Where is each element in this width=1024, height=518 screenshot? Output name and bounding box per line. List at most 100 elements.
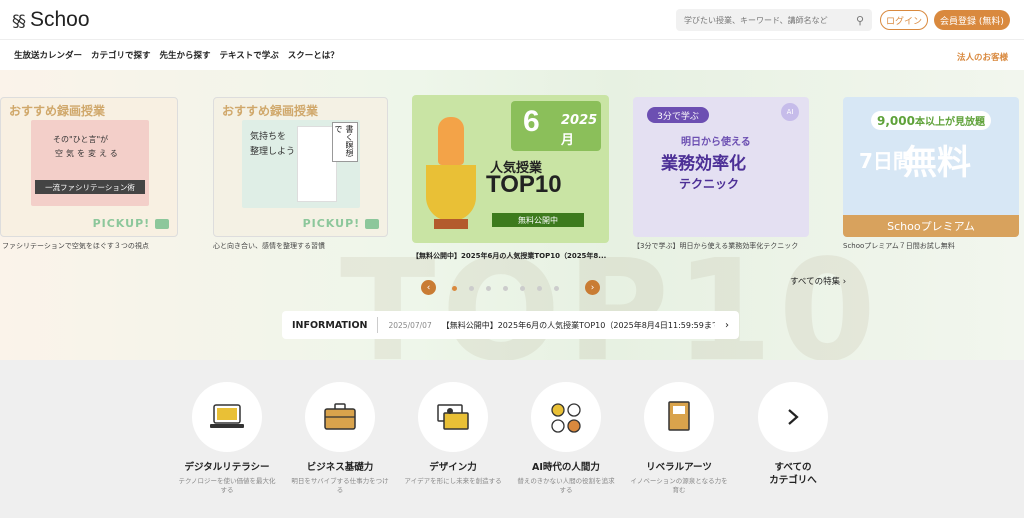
chevron-right-icon: ›: [842, 277, 847, 287]
slide-thumbnail: 気持ちを 整理しよう 書く瞑想で: [242, 120, 360, 208]
login-button[interactable]: ログイン: [880, 10, 928, 30]
carousel-dot[interactable]: [503, 286, 508, 291]
information-text[interactable]: 【無料公開中】2025年6月の人気授業TOP10（2025年8月4日11:59:…: [442, 320, 715, 331]
slide-line2: 業務効率化: [661, 154, 746, 174]
carousel-prev-button[interactable]: ‹: [421, 280, 436, 295]
nav-item-category[interactable]: カテゴリで探す: [91, 49, 151, 61]
slide-banner: 一流ファシリテーション術: [35, 180, 145, 194]
search-input[interactable]: [684, 15, 856, 25]
slide-tag: おすすめ録画授業: [222, 104, 319, 118]
search-icon[interactable]: ⚲: [856, 14, 864, 27]
carousel-dot[interactable]: [554, 286, 559, 291]
chevron-right-icon[interactable]: ›: [715, 320, 739, 331]
month-unit: 月: [561, 133, 575, 148]
laptop-icon: [192, 382, 262, 452]
corporate-link[interactable]: 法人のお客様: [957, 51, 1008, 63]
category-title: ビジネス基礎力: [306, 462, 374, 473]
book-title: 書く瞑想で: [332, 122, 358, 162]
category-title: すべての カテゴリへ: [769, 462, 817, 486]
carousel-dots: [452, 286, 559, 291]
carousel-slide-facilitation[interactable]: おすすめ録画授業 その"ひと言"が 空気を変える 一流ファシリテーション術 PI…: [0, 97, 178, 237]
carousel-next-button[interactable]: ›: [585, 280, 600, 295]
month-number: 6: [523, 105, 540, 138]
chevron-right-icon: [758, 382, 828, 452]
search-box[interactable]: ⚲: [676, 9, 872, 31]
pickup-label: PICKUP!: [92, 217, 151, 230]
nav-item-teacher[interactable]: 先生から探す: [160, 49, 211, 61]
background-watermark: TOP10: [340, 230, 882, 360]
slide-title: TOP10: [486, 171, 562, 198]
slide-caption[interactable]: Schooプレミアム７日間お試し無料: [843, 241, 955, 251]
book-icon: [644, 382, 714, 452]
carousel-dot[interactable]: [452, 286, 457, 291]
all-features-link[interactable]: すべての特集 ›: [790, 275, 846, 287]
main-nav: 生放送カレンダー カテゴリで探す 先生から探す テキストで学ぶ スクーとは？: [0, 41, 1024, 69]
logo[interactable]: §§ Schoo: [12, 8, 90, 32]
slide-count: 9,000本以上が見放題: [871, 111, 991, 130]
person-illustration: [438, 117, 464, 165]
category-section: デジタルリテラシー テクノロジーを使い価値を最大化する ビジネス基礎力 明日をサ…: [0, 360, 1024, 518]
logo-text: Schoo: [30, 8, 90, 31]
category-business[interactable]: ビジネス基礎力 明日をサバイブする仕事力をつける: [290, 382, 390, 495]
briefcase-icon: [305, 382, 375, 452]
slide-caption[interactable]: 【3分で学ぶ】明日から使える業務効率化テクニック: [633, 241, 798, 251]
slide-line1: その"ひと言"が: [53, 135, 109, 144]
carousel-dot[interactable]: [469, 286, 474, 291]
category-title: リベラルアーツ: [646, 462, 712, 473]
slide-caption[interactable]: 心と向き合い、感情を整理する習慣: [213, 241, 325, 251]
carousel-slide-journaling[interactable]: おすすめ録画授業 気持ちを 整理しよう 書く瞑想で PICKUP!: [213, 97, 388, 237]
carousel-dot[interactable]: [537, 286, 542, 291]
play-icon: [155, 219, 169, 229]
slide-line1: 明日から使える: [681, 137, 751, 148]
carousel-slide-efficiency[interactable]: 3分で学ぶ AI 明日から使える 業務効率化 テクニック: [633, 97, 809, 237]
trophy-base: [434, 219, 468, 229]
signup-button[interactable]: 会員登録 (無料): [934, 10, 1010, 30]
carousel-dot[interactable]: [520, 286, 525, 291]
category-desc: 替えのきかない人間の役割を追求する: [517, 477, 615, 494]
slide-line3: テクニック: [679, 177, 740, 191]
carousel-slide-top10[interactable]: 6 2025 月 人気授業 TOP10 無料公開中: [412, 95, 609, 243]
category-title: デジタルリテラシー: [184, 462, 270, 473]
slide-line1: 気持ちを 整理しよう: [250, 132, 296, 157]
design-icon: [418, 382, 488, 452]
ai-badge: AI: [781, 103, 799, 121]
category-desc: テクノロジーを使い価値を最大化する: [178, 477, 276, 494]
slide-thumbnail: その"ひと言"が 空気を変える 一流ファシリテーション術: [31, 120, 149, 206]
category-design[interactable]: デザイン力 アイデアを形にし未来を創造する: [403, 382, 503, 486]
header: §§ Schoo ⚲ ログイン 会員登録 (無料): [0, 0, 1024, 40]
category-desc: 明日をサバイブする仕事力をつける: [291, 477, 389, 494]
hero-carousel: TOP10 おすすめ録画授業 その"ひと言"が 空気を変える 一流ファシリテーシ…: [0, 70, 1024, 360]
schoo-logo-icon: §§: [12, 10, 26, 30]
category-digital-literacy[interactable]: デジタルリテラシー テクノロジーを使い価値を最大化する: [177, 382, 277, 495]
play-icon: [365, 219, 379, 229]
information-label: INFORMATION: [282, 317, 379, 333]
carousel-slide-premium[interactable]: 9,000本以上が見放題 7日間 無料 Schooプレミアム: [843, 97, 1019, 237]
slide-tag: 3分で学ぶ: [647, 107, 709, 123]
category-desc: イノベーションの源泉となる力を育む: [630, 477, 728, 494]
book-cover-image: [297, 126, 337, 202]
pickup-badge: PICKUP!: [303, 217, 379, 230]
category-desc: アイデアを形にし未来を創造する: [404, 477, 502, 485]
category-liberal-arts[interactable]: リベラルアーツ イノベーションの源泉となる力を育む: [629, 382, 729, 495]
slide-caption[interactable]: 【無料公開中】2025年6月の人気授業TOP10（2025年8...: [412, 251, 606, 261]
nav-item-text[interactable]: テキストで学ぶ: [220, 49, 279, 61]
free-badge: 無料公開中: [492, 213, 584, 227]
carousel-dot[interactable]: [486, 286, 491, 291]
nav-item-about[interactable]: スクーとは？: [288, 49, 339, 61]
month-badge: 6 2025 月: [511, 101, 601, 151]
pickup-label: PICKUP!: [302, 217, 361, 230]
information-date: 2025/07/07: [388, 320, 432, 330]
trophy-icon: [426, 165, 476, 221]
people-icon: [531, 382, 601, 452]
category-all[interactable]: すべての カテゴリへ: [743, 382, 843, 487]
pickup-badge: PICKUP!: [93, 217, 169, 230]
slide-caption[interactable]: ファシリテーションで空気をほぐす３つの視点: [2, 241, 149, 251]
nav-item-live-calendar[interactable]: 生放送カレンダー: [14, 49, 82, 61]
category-ai-human[interactable]: AI時代の人間力 替えのきかない人間の役割を追求する: [516, 382, 616, 495]
slide-free: 無料: [903, 143, 971, 183]
slide-footer: Schooプレミアム: [843, 215, 1019, 237]
information-bar[interactable]: INFORMATION 2025/07/07 【無料公開中】2025年6月の人気…: [282, 311, 739, 339]
slide-line2: 空気を変える: [55, 149, 121, 158]
year: 2025: [561, 113, 598, 128]
slide-tag: おすすめ録画授業: [9, 104, 106, 118]
